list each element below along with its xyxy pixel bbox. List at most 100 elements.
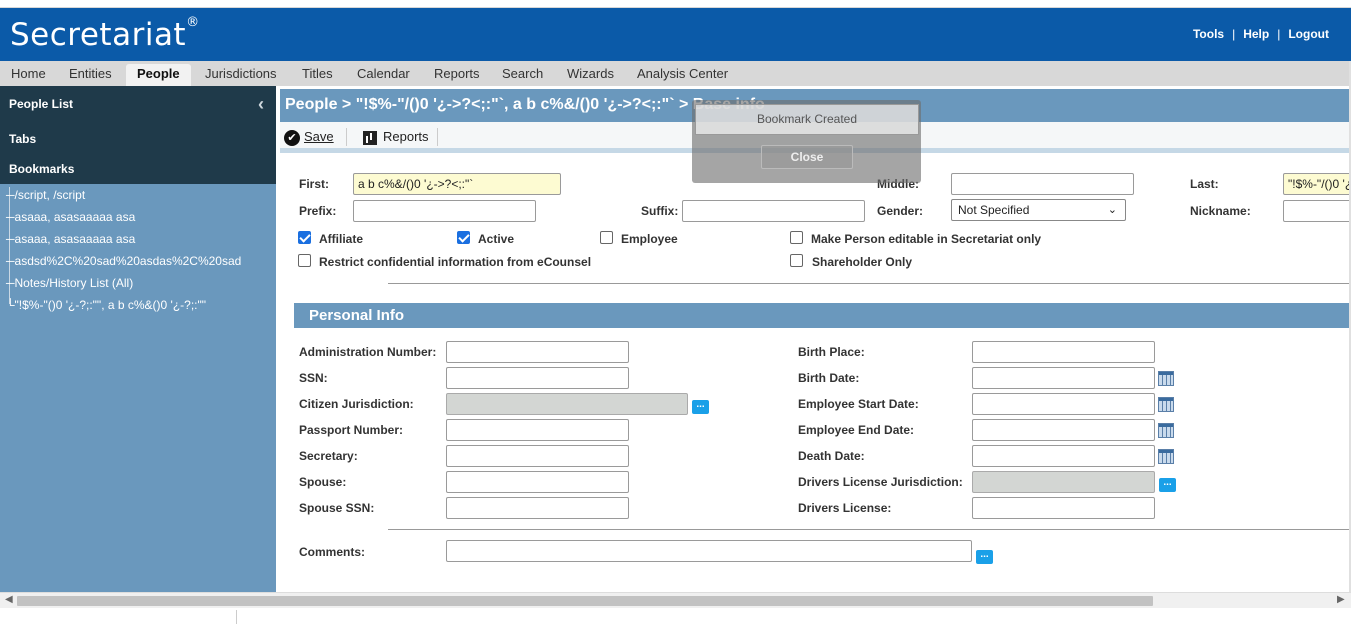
drivers-license-jurisdiction-lookup-button[interactable]: ... bbox=[1159, 478, 1176, 492]
bookmark-item[interactable]: ─asaaa, asasaaaaa asa bbox=[6, 210, 135, 224]
secretary-label: Secretary: bbox=[299, 449, 358, 463]
tab-analysis-center[interactable]: Analysis Center bbox=[637, 61, 728, 86]
passport-number-label: Passport Number: bbox=[299, 423, 404, 437]
comments-textarea[interactable] bbox=[446, 540, 972, 562]
calendar-icon[interactable] bbox=[1158, 397, 1174, 412]
tools-link[interactable]: Tools bbox=[1193, 27, 1224, 41]
secretary-input[interactable] bbox=[446, 445, 629, 467]
sidebar: People List ‹ Tabs Bookmarks ─/script, /… bbox=[0, 86, 276, 592]
gender-select[interactable]: Not Specified ⌄ bbox=[951, 199, 1126, 221]
citizen-jurisdiction-lookup-button[interactable]: ... bbox=[692, 400, 709, 414]
status-bar bbox=[0, 608, 1351, 624]
citizen-jurisdiction-input bbox=[446, 393, 688, 415]
chevron-down-icon: ⌄ bbox=[1107, 204, 1117, 216]
bookmark-item[interactable]: ─/script, /script bbox=[6, 188, 85, 202]
tab-reports[interactable]: Reports bbox=[434, 61, 480, 86]
reports-icon bbox=[363, 130, 377, 145]
shareholder-only-label: Shareholder Only bbox=[812, 255, 913, 269]
spouse-ssn-label: Spouse SSN: bbox=[299, 501, 375, 515]
passport-number-input[interactable] bbox=[446, 419, 629, 441]
birth-place-input[interactable] bbox=[972, 341, 1155, 363]
prefix-label: Prefix: bbox=[299, 204, 337, 218]
tab-calendar[interactable]: Calendar bbox=[357, 61, 410, 86]
affiliate-checkbox[interactable] bbox=[298, 231, 311, 244]
active-label: Active bbox=[478, 232, 515, 246]
first-label: First: bbox=[299, 177, 329, 191]
secretariat-editable-checkbox[interactable] bbox=[790, 231, 803, 244]
employee-start-date-label: Employee Start Date: bbox=[798, 397, 919, 411]
active-checkbox[interactable] bbox=[457, 231, 470, 244]
bookmark-modal-message: Bookmark Created bbox=[756, 112, 858, 126]
comments-label: Comments: bbox=[299, 545, 366, 559]
restrict-confidential-label: Restrict confidential information from e… bbox=[319, 255, 592, 269]
bookmark-item[interactable]: ─asaaa, asasaaaaa asa bbox=[6, 232, 135, 246]
secretariat-editable-label: Make Person editable in Secretariat only bbox=[811, 232, 1042, 246]
spouse-label: Spouse: bbox=[299, 475, 347, 489]
top-links: Tools | Help | Logout bbox=[1192, 27, 1329, 41]
spouse-input[interactable] bbox=[446, 471, 629, 493]
bookmark-item[interactable]: ─asdsd%2C%20sad%20asdas%2C%20sad bbox=[6, 254, 241, 268]
scrollbar-thumb[interactable] bbox=[17, 596, 1153, 606]
bookmark-item[interactable]: ─Notes/History List (All) bbox=[6, 276, 133, 290]
nickname-input[interactable] bbox=[1283, 200, 1351, 222]
browser-top-strip bbox=[0, 0, 1351, 8]
comments-expand-button[interactable]: ... bbox=[976, 550, 993, 564]
reports-button[interactable]: Reports bbox=[363, 129, 429, 145]
drivers-license-input[interactable] bbox=[972, 497, 1155, 519]
administration-number-label: Administration Number: bbox=[299, 345, 437, 359]
tab-jurisdictions[interactable]: Jurisdictions bbox=[205, 61, 277, 86]
employee-end-date-input[interactable] bbox=[972, 419, 1155, 441]
death-date-input[interactable] bbox=[972, 445, 1155, 467]
prefix-input[interactable] bbox=[353, 200, 536, 222]
employee-checkbox[interactable] bbox=[600, 231, 613, 244]
logout-link[interactable]: Logout bbox=[1288, 27, 1329, 41]
sidebar-item-tabs[interactable]: Tabs bbox=[9, 132, 36, 146]
divider bbox=[388, 283, 1351, 284]
employee-end-date-label: Employee End Date: bbox=[798, 423, 915, 437]
calendar-icon[interactable] bbox=[1158, 449, 1174, 464]
toolbar-divider bbox=[437, 128, 438, 146]
birth-date-input[interactable] bbox=[972, 367, 1155, 389]
spouse-ssn-input[interactable] bbox=[446, 497, 629, 519]
scroll-right-icon[interactable]: ▶ bbox=[1337, 594, 1345, 605]
ssn-input[interactable] bbox=[446, 367, 629, 389]
bookmark-item[interactable]: └"!$%-"()0 '¿-?;:"", a b c%&()0 '¿-?;:"" bbox=[6, 298, 206, 312]
middle-name-input[interactable] bbox=[951, 173, 1134, 195]
save-button[interactable]: ✔ Save bbox=[284, 129, 334, 146]
administration-number-input[interactable] bbox=[446, 341, 629, 363]
calendar-icon[interactable] bbox=[1158, 423, 1174, 438]
app-logo: Secretariat® bbox=[10, 14, 200, 53]
employee-start-date-input[interactable] bbox=[972, 393, 1155, 415]
sidebar-item-people-list[interactable]: People List bbox=[9, 97, 73, 111]
birth-date-label: Birth Date: bbox=[798, 371, 860, 385]
shareholder-only-checkbox[interactable] bbox=[790, 254, 803, 267]
sidebar-menu: People List ‹ Tabs Bookmarks bbox=[0, 86, 276, 184]
first-name-input[interactable]: a b c%&/()0 '¿->?<;:"` bbox=[353, 173, 561, 195]
last-name-input[interactable]: "!$%-"/()0 '¿ bbox=[1283, 173, 1351, 195]
affiliate-label: Affiliate bbox=[319, 232, 364, 246]
citizen-jurisdiction-label: Citizen Jurisdiction: bbox=[299, 397, 414, 411]
collapse-sidebar-icon[interactable]: ‹ bbox=[258, 94, 264, 115]
help-link[interactable]: Help bbox=[1243, 27, 1269, 41]
death-date-label: Death Date: bbox=[798, 449, 865, 463]
suffix-input[interactable] bbox=[682, 200, 865, 222]
save-icon: ✔ bbox=[284, 129, 300, 146]
ssn-label: SSN: bbox=[299, 371, 328, 385]
tab-wizards[interactable]: Wizards bbox=[567, 61, 614, 86]
close-button[interactable]: Close bbox=[761, 145, 853, 169]
tab-people[interactable]: People bbox=[126, 64, 191, 86]
restrict-confidential-checkbox[interactable] bbox=[298, 254, 311, 267]
drivers-license-jurisdiction-input bbox=[972, 471, 1155, 493]
tab-home[interactable]: Home bbox=[11, 61, 46, 86]
horizontal-scrollbar[interactable]: ◀ ▶ bbox=[0, 592, 1351, 608]
tab-titles[interactable]: Titles bbox=[302, 61, 333, 86]
suffix-label: Suffix: bbox=[641, 204, 679, 218]
birth-place-label: Birth Place: bbox=[798, 345, 865, 359]
sidebar-item-bookmarks[interactable]: Bookmarks bbox=[9, 162, 74, 176]
scroll-left-icon[interactable]: ◀ bbox=[5, 594, 13, 605]
tab-search[interactable]: Search bbox=[502, 61, 543, 86]
main-nav: Home Entities People Jurisdictions Title… bbox=[0, 61, 1351, 86]
drivers-license-jurisdiction-label: Drivers License Jurisdiction: bbox=[798, 475, 963, 489]
tab-entities[interactable]: Entities bbox=[69, 61, 112, 86]
calendar-icon[interactable] bbox=[1158, 371, 1174, 386]
